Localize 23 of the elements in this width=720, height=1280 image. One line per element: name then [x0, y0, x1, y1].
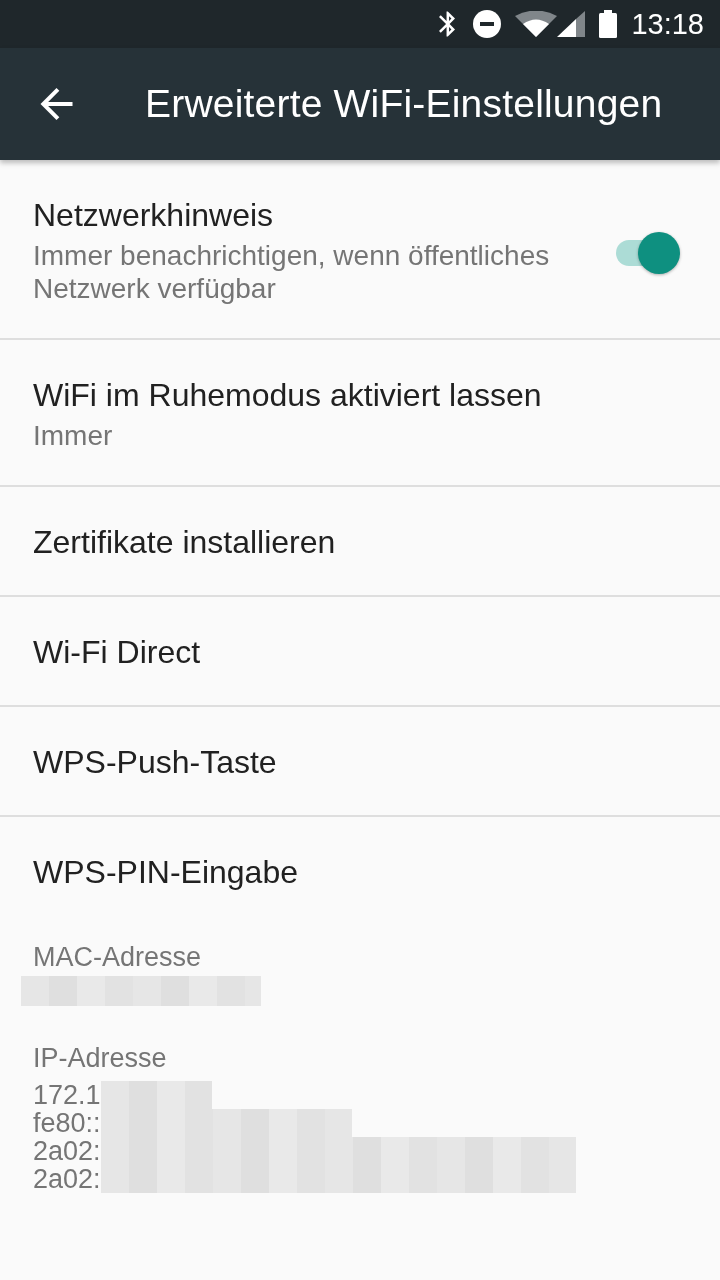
setting-title[interactable]: WPS-PIN-Eingabe — [33, 852, 682, 892]
info-label: MAC-Adresse — [33, 941, 203, 974]
setting-title[interactable]: Wi-Fi Direct — [33, 632, 682, 672]
battery-icon — [599, 10, 618, 38]
setting-title[interactable]: Netzwerkhinweis — [33, 195, 614, 235]
setting-summary: Immer — [33, 419, 114, 452]
bluetooth-icon — [439, 11, 456, 37]
info-value: fe80:: — [33, 1109, 101, 1137]
toggle-switch[interactable] — [614, 232, 682, 274]
setting-title[interactable]: WPS-Push-Taste — [33, 742, 682, 782]
do-not-disturb-icon — [473, 10, 502, 38]
wifi-icon — [515, 11, 558, 37]
setting-title[interactable]: WiFi im Ruhemodus aktiviert lassen — [33, 375, 682, 415]
back-arrow-icon[interactable] — [40, 88, 73, 120]
signal-icon — [557, 11, 586, 37]
screen-title: Erweiterte WiFi-Einstellungen — [145, 81, 663, 127]
info-value: 2a02: — [33, 1137, 101, 1165]
setting-summary: Immer benachrichtigen, wenn öffentliches Netzwerk verfügbar — [33, 239, 551, 305]
info-value: 172.1 — [33, 1081, 101, 1109]
info-label: IP-Adresse — [33, 1042, 168, 1075]
clock-time: 13:18 — [631, 7, 704, 41]
info-value: 2a02: — [33, 1165, 101, 1193]
setting-title[interactable]: Zertifikate installieren — [33, 522, 682, 562]
